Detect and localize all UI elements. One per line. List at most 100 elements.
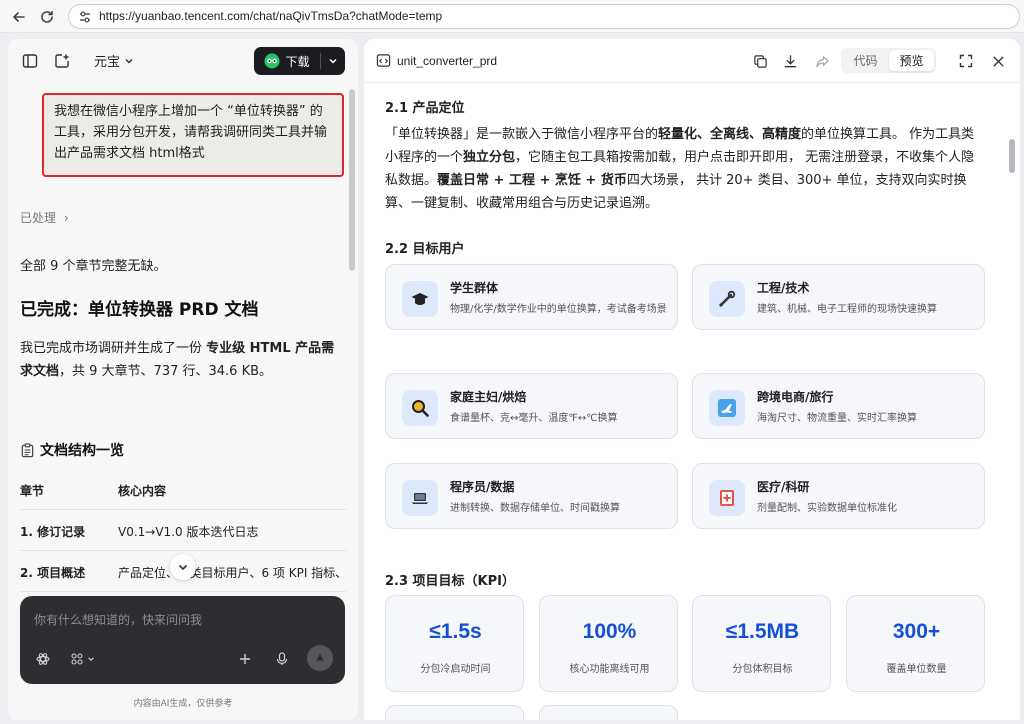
download-button[interactable]: 下载 — [254, 47, 345, 75]
microphone-icon — [276, 652, 288, 665]
preview-scrollbar[interactable] — [1009, 139, 1015, 173]
sidebar-toggle-button[interactable] — [18, 49, 42, 73]
done-heading: 已完成：单位转换器 PRD 文档 — [20, 300, 259, 320]
share-button[interactable] — [810, 49, 834, 73]
user-card: 学生群体 物理/化学/数学作业中的单位换算，考试备考场景 — [385, 264, 678, 330]
section-heading: 2.2 目标用户 — [385, 242, 465, 257]
kpi-value: 100% — [582, 620, 637, 643]
user-message-bubble: 我想在微信小程序上增加一个 “单位转换器” 的工具，采用分包开发，请帮我调研同类… — [42, 93, 344, 177]
table-row: 1. 修订记录 V0.1→V1.0 版本迭代日志 — [20, 510, 346, 551]
back-button[interactable] — [8, 6, 30, 28]
text: 「单位转换器」是一款嵌入于微信小程序平台的 — [385, 127, 659, 142]
scroll-down-button[interactable] — [170, 554, 196, 580]
chat-panel: 元宝 下载 我想在微信小程序上增加一个 “单位转换器” 的工具，采用分包开发，请… — [8, 39, 358, 720]
apps-icon — [71, 653, 83, 665]
kpi-card — [539, 705, 678, 720]
user-card: 跨境电商/旅行 海淘尺寸、物流重量、实时汇率换算 — [692, 373, 985, 439]
positioning-paragraph: 「单位转换器」是一款嵌入于微信小程序平台的轻量化、全离线、高精度的单位换算工具。… — [385, 123, 985, 215]
kpi-card: ≤1.5s 分包冷启动时间 — [385, 595, 524, 692]
card-title: 跨境电商/旅行 — [757, 390, 834, 404]
airplane-icon — [709, 390, 745, 426]
clipboard-icon — [21, 442, 34, 457]
report-text-post: ，共 9 大章节、737 行、34.6 KB。 — [59, 364, 273, 379]
kpi-value: ≤1.5MB — [725, 620, 800, 643]
user-card: 工程/技术 建筑、机械、电子工程师的现场快速换算 — [692, 264, 985, 330]
chat-input[interactable] — [34, 610, 324, 630]
tools-menu-button[interactable] — [70, 648, 95, 670]
processed-toggle[interactable]: 已处理 › — [20, 209, 69, 226]
table-cell: 1. 修订记录 — [20, 525, 86, 539]
table-cell: 2. 项目概述 — [20, 566, 86, 580]
close-preview-button[interactable] — [986, 49, 1010, 73]
chat-composer — [20, 596, 345, 684]
chevron-down-icon — [88, 657, 94, 662]
kpi-label: 核心功能离线可用 — [569, 664, 650, 675]
deep-think-button[interactable] — [36, 648, 50, 670]
kpi-label: 覆盖单位数量 — [886, 664, 947, 675]
download-options-button[interactable] — [321, 47, 345, 75]
chat-scrollbar[interactable] — [349, 89, 355, 271]
kpi-card: 100% 核心功能离线可用 — [539, 595, 678, 692]
structure-heading-text: 文档结构一览 — [40, 443, 124, 459]
download-file-button[interactable] — [778, 49, 802, 73]
address-bar[interactable]: https://yuanbao.tencent.com/chat/naQivTm… — [68, 4, 1020, 29]
card-title: 工程/技术 — [757, 281, 810, 295]
browser-toolbar: https://yuanbao.tencent.com/chat/naQivTm… — [0, 0, 1024, 33]
wrench-icon — [709, 281, 745, 317]
send-button[interactable] — [307, 645, 333, 671]
card-title: 家庭主妇/烘焙 — [450, 390, 527, 404]
section-heading: 2.1 产品定位 — [385, 101, 465, 116]
brand-label: 元宝 — [94, 55, 121, 70]
report-paragraph: 我已完成市场调研并生成了一份 专业级 HTML 产品需求文档，共 9 大章节、7… — [20, 337, 345, 383]
tab-code[interactable]: 代码 — [843, 50, 888, 71]
chevron-down-icon — [329, 58, 337, 64]
model-selector[interactable]: 元宝 — [94, 51, 134, 70]
card-desc: 剂量配制、实验数据单位标准化 — [757, 503, 897, 514]
kpi-card — [385, 705, 524, 720]
document-title-text: unit_converter_prd — [397, 53, 498, 68]
card-title: 学生群体 — [450, 281, 499, 295]
user-card: 家庭主妇/烘焙 食谱量杯、克↔毫升、温度℉↔℃换算 — [385, 373, 678, 439]
sidebar-icon — [22, 54, 38, 68]
table-header: 章节 — [20, 484, 45, 498]
voice-input-button[interactable] — [275, 648, 289, 670]
card-desc: 食谱量杯、克↔毫升、温度℉↔℃换算 — [450, 413, 618, 424]
site-info-icon — [80, 11, 90, 23]
graduation-cap-icon — [402, 281, 438, 317]
chevron-down-icon — [125, 58, 133, 63]
copy-button[interactable] — [748, 49, 772, 73]
section-heading: 2.3 项目目标（KPI） — [385, 574, 515, 589]
send-arrow-icon — [316, 653, 324, 662]
preview-toolbar: unit_converter_prd 代码 预览 — [364, 39, 1020, 83]
tab-preview[interactable]: 预览 — [889, 50, 934, 71]
new-chat-button[interactable] — [50, 49, 74, 73]
bold-text: 覆盖日常 + 工程 + 烹饪 + 货币 — [437, 173, 627, 188]
kpi-label: 分包冷启动时间 — [420, 664, 491, 675]
share-icon — [815, 55, 829, 67]
yuanbao-logo-icon — [264, 53, 280, 69]
add-attachment-button[interactable] — [238, 648, 252, 670]
reload-button[interactable] — [36, 6, 58, 28]
summary-text: 全部 9 个章节完整无缺。 — [20, 259, 167, 274]
magnifier-icon — [402, 390, 438, 426]
fullscreen-button[interactable] — [954, 49, 978, 73]
structure-heading: 文档结构一览 — [20, 440, 124, 460]
download-label: 下载 — [285, 54, 310, 69]
view-mode-toggle: 代码 预览 — [841, 48, 936, 73]
download-main[interactable]: 下载 — [254, 47, 320, 75]
document-title: unit_converter_prd — [376, 53, 497, 68]
kpi-label: 分包体积目标 — [732, 664, 793, 675]
chat-header: 元宝 下载 — [8, 39, 358, 83]
kpi-value: ≤1.5s — [429, 620, 482, 643]
app-area: 元宝 下载 我想在微信小程序上增加一个 “单位转换器” 的工具，采用分包开发，请… — [0, 33, 1024, 724]
close-icon — [992, 55, 1004, 67]
table-header-row: 章节 核心内容 — [20, 469, 346, 510]
medical-icon — [709, 480, 745, 516]
bold-text: 轻量化、全离线、高精度 — [658, 127, 802, 142]
kpi-value: 300+ — [892, 620, 941, 643]
chevron-down-icon — [178, 564, 188, 571]
kpi-card: ≤1.5MB 分包体积目标 — [692, 595, 831, 692]
bold-text: 独立分包 — [463, 150, 516, 165]
url-text: https://yuanbao.tencent.com/chat/naQivTm… — [99, 9, 443, 23]
atom-icon — [36, 653, 50, 665]
